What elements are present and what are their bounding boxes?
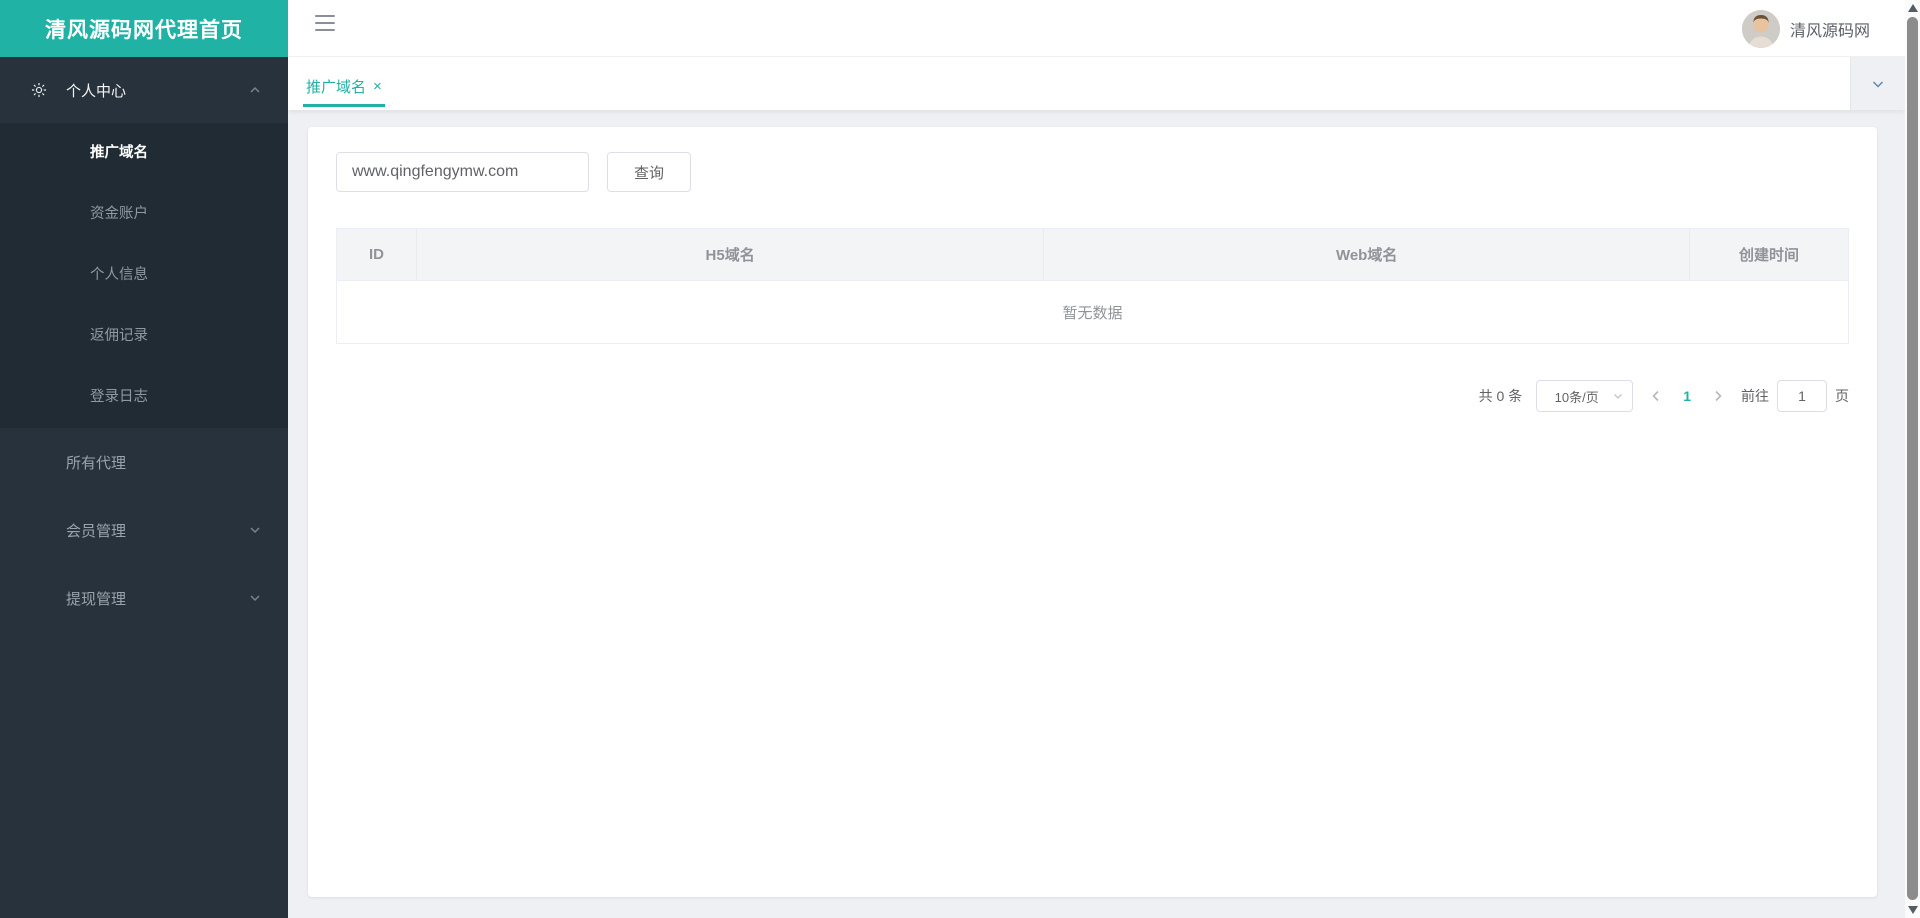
sidebar-item-promo-domain[interactable]: 推广域名 (0, 123, 288, 184)
sidebar-item-funds-account[interactable]: 资金账户 (0, 184, 288, 245)
content-card: 查询 ID H5域名 Web域名 创建时间 暂无数据 共 0 条 10条/页 1 (308, 127, 1877, 897)
chevron-down-icon (248, 591, 262, 605)
tab-list-dropdown-button[interactable] (1850, 57, 1905, 110)
chevron-down-icon (248, 523, 262, 537)
sidebar-item-withdrawal-management[interactable]: 提现管理 (0, 564, 288, 632)
sidebar-item-rebate-records[interactable]: 返佣记录 (0, 306, 288, 367)
top-header: 清风源码网 (288, 0, 1905, 57)
goto-page-input[interactable] (1777, 380, 1827, 412)
current-page-number[interactable]: 1 (1679, 388, 1695, 404)
chevron-down-icon (1612, 390, 1624, 402)
tab-bar: 推广域名 × (288, 57, 1905, 110)
next-page-button[interactable] (1709, 389, 1727, 403)
scroll-down-arrow-icon[interactable] (1907, 906, 1918, 914)
page-size-select[interactable]: 10条/页 (1536, 380, 1634, 412)
user-avatar (1741, 9, 1780, 48)
username-label: 清风源码网 (1789, 22, 1870, 40)
main-content: 查询 ID H5域名 Web域名 创建时间 暂无数据 共 0 条 10条/页 1 (288, 110, 1905, 918)
tab-label: 推广域名 (306, 79, 367, 96)
table-header-row: ID H5域名 Web域名 创建时间 (337, 229, 1848, 281)
sidebar-item-all-agents[interactable]: 所有代理 (0, 428, 288, 496)
sidebar-item-label: 会员管理 (66, 522, 127, 540)
column-header-created: 创建时间 (1738, 247, 1799, 264)
column-header-web: Web域名 (1044, 229, 1690, 280)
column-header-h5: H5域名 (417, 229, 1045, 280)
sidebar-item-label: 个人中心 (66, 82, 127, 100)
chevron-up-icon (248, 83, 262, 97)
goto-page-group: 前往 页 (1741, 380, 1849, 412)
sidebar-item-label: 所有代理 (66, 454, 127, 472)
goto-prefix-label: 前往 (1741, 388, 1769, 404)
sidebar-item-label: 提现管理 (66, 590, 127, 608)
column-header-id: ID (337, 229, 417, 280)
table-empty-state: 暂无数据 (1062, 304, 1123, 322)
domain-search-input[interactable] (336, 152, 589, 192)
hamburger-menu-icon[interactable] (315, 15, 335, 31)
query-button[interactable]: 查询 (607, 152, 691, 192)
sidebar: 清风源码网代理首页 个人中心 推广域名 资金账户 个人信息 返佣记录 登录日志 … (0, 0, 288, 918)
user-menu[interactable]: 清风源码网 (1741, 0, 1870, 57)
chevron-down-icon (1870, 76, 1886, 92)
page-size-value: 10条/页 (1554, 389, 1599, 405)
close-icon[interactable]: × (373, 79, 382, 94)
sidebar-submenu: 推广域名 资金账户 个人信息 返佣记录 登录日志 (0, 123, 288, 428)
scrollbar-thumb[interactable] (1907, 17, 1918, 900)
tab-promo-domain[interactable]: 推广域名 × (303, 69, 385, 107)
prev-page-button[interactable] (1647, 389, 1665, 403)
sidebar-item-personal-info[interactable]: 个人信息 (0, 245, 288, 306)
pagination: 共 0 条 10条/页 1 前往 页 (1479, 380, 1849, 412)
goto-suffix-label: 页 (1835, 388, 1849, 404)
app-logo: 清风源码网代理首页 (0, 0, 288, 57)
gear-icon (30, 81, 48, 99)
sidebar-item-member-management[interactable]: 会员管理 (0, 496, 288, 564)
sidebar-item-personal-center[interactable]: 个人中心 (0, 57, 288, 123)
pagination-total: 共 0 条 (1478, 388, 1523, 404)
domains-table: ID H5域名 Web域名 创建时间 暂无数据 (336, 228, 1849, 344)
sidebar-item-login-logs[interactable]: 登录日志 (0, 367, 288, 428)
scroll-up-arrow-icon[interactable] (1907, 4, 1918, 12)
vertical-scrollbar[interactable] (1905, 0, 1920, 918)
